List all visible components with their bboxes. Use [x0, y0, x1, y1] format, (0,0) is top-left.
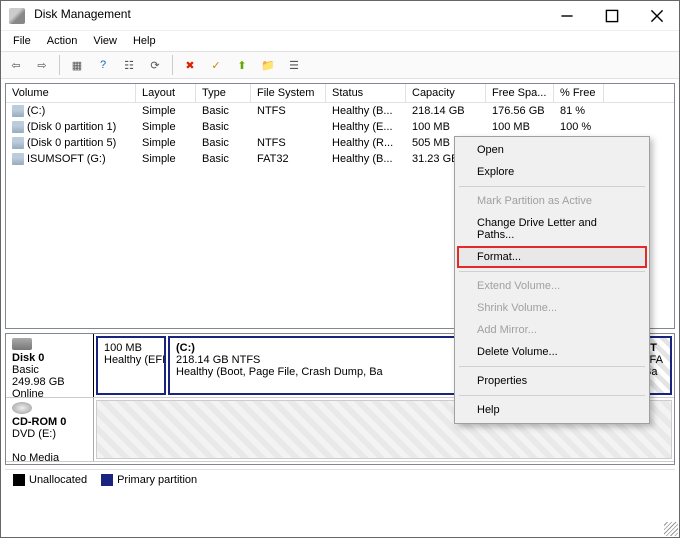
details-icon: ☷ — [124, 59, 134, 72]
help-button[interactable]: ? — [92, 54, 114, 76]
menu-item-properties[interactable]: Properties — [457, 370, 647, 392]
disk-type: Basic — [12, 364, 39, 376]
disk-name: Disk 0 — [12, 352, 44, 364]
disk-size: 249.98 GB — [12, 376, 65, 388]
help-icon: ? — [100, 59, 106, 71]
cdrom-type: DVD (E:) — [12, 428, 56, 440]
refresh-button[interactable]: ⟳ — [144, 54, 166, 76]
up-icon: ⬆ — [237, 59, 246, 72]
col-layout[interactable]: Layout — [136, 84, 196, 102]
table-row[interactable]: (Disk 0 partition 1) Simple Basic Health… — [6, 119, 674, 135]
context-menu-separator — [459, 186, 645, 187]
maximize-icon — [605, 9, 619, 23]
col-fs[interactable]: File System — [251, 84, 326, 102]
menu-item-change-drive-letter-and-paths[interactable]: Change Drive Letter and Paths... — [457, 212, 647, 246]
menu-item-extend-volume: Extend Volume... — [457, 275, 647, 297]
menubar: File Action View Help — [1, 31, 679, 51]
volume-icon — [12, 137, 24, 149]
up-button[interactable]: ⬆ — [231, 54, 253, 76]
context-menu-separator — [459, 271, 645, 272]
menu-action[interactable]: Action — [39, 33, 86, 49]
legend-primary: Primary partition — [101, 474, 197, 486]
col-pct[interactable]: % Free — [554, 84, 604, 102]
swatch-primary — [101, 474, 113, 486]
menu-item-shrink-volume: Shrink Volume... — [457, 297, 647, 319]
menu-file[interactable]: File — [5, 33, 39, 49]
menu-item-add-mirror: Add Mirror... — [457, 319, 647, 341]
disk-0-info[interactable]: Disk 0 Basic 249.98 GB Online — [6, 334, 94, 397]
forward-button[interactable]: ⇨ — [31, 54, 53, 76]
window-control-buttons — [544, 1, 679, 31]
disk-icon — [12, 338, 32, 350]
context-menu: OpenExplore Mark Partition as ActiveChang… — [454, 136, 650, 424]
details-button[interactable]: ☷ — [118, 54, 140, 76]
titlebar: Disk Management — [1, 1, 679, 31]
menu-help[interactable]: Help — [125, 33, 164, 49]
cdrom-name: CD-ROM 0 — [12, 416, 66, 428]
back-button[interactable]: ⇦ — [5, 54, 27, 76]
volume-icon — [12, 153, 24, 165]
title-group: Disk Management — [9, 7, 131, 23]
partition-efi[interactable]: 100 MB Healthy (EFI S — [96, 336, 166, 395]
back-icon: ⇦ — [11, 59, 20, 72]
app-icon — [9, 8, 25, 24]
legend: Unallocated Primary partition — [5, 469, 675, 489]
folder-icon: 📁 — [261, 59, 275, 72]
menu-item-help[interactable]: Help — [457, 399, 647, 421]
col-free[interactable]: Free Spa... — [486, 84, 554, 102]
volume-icon — [12, 105, 24, 117]
col-volume[interactable]: Volume — [6, 84, 136, 102]
tile-icon: ▦ — [72, 59, 82, 72]
context-menu-separator — [459, 366, 645, 367]
context-menu-separator — [459, 395, 645, 396]
menu-item-explore[interactable]: Explore — [457, 161, 647, 183]
col-type[interactable]: Type — [196, 84, 251, 102]
refresh-icon: ⟳ — [150, 59, 159, 72]
props-button[interactable]: ☰ — [283, 54, 305, 76]
col-capacity[interactable]: Capacity — [406, 84, 486, 102]
forward-icon: ⇨ — [37, 59, 46, 72]
toolbar-separator — [172, 55, 173, 75]
toolbar: ⇦ ⇨ ▦ ? ☷ ⟳ ✖ ✓ ⬆ 📁 ☰ — [1, 51, 679, 79]
cdrom-state: No Media — [12, 452, 59, 464]
menu-item-mark-partition-as-active: Mark Partition as Active — [457, 190, 647, 212]
menu-view[interactable]: View — [85, 33, 125, 49]
maximize-button[interactable] — [589, 1, 634, 31]
volume-icon — [12, 121, 24, 133]
window-title: Disk Management — [34, 7, 131, 21]
swatch-unallocated — [13, 474, 25, 486]
check-icon: ✓ — [211, 59, 220, 72]
check-button[interactable]: ✓ — [205, 54, 227, 76]
menu-item-delete-volume[interactable]: Delete Volume... — [457, 341, 647, 363]
minimize-button[interactable] — [544, 1, 589, 31]
legend-unallocated: Unallocated — [13, 474, 87, 486]
close-icon — [650, 9, 664, 23]
close-button[interactable] — [634, 1, 679, 31]
tile-view-button[interactable]: ▦ — [66, 54, 88, 76]
cdrom-info[interactable]: CD-ROM 0 DVD (E:) No Media — [6, 398, 94, 461]
menu-item-format[interactable]: Format... — [457, 246, 647, 268]
props-icon: ☰ — [289, 59, 299, 72]
table-row[interactable]: (C:) Simple Basic NTFS Healthy (B... 218… — [6, 103, 674, 119]
minimize-icon — [560, 9, 574, 23]
volume-list-header: Volume Layout Type File System Status Ca… — [6, 84, 674, 103]
menu-item-open[interactable]: Open — [457, 139, 647, 161]
toolbar-separator — [59, 55, 60, 75]
folder-button[interactable]: 📁 — [257, 54, 279, 76]
cdrom-icon — [12, 402, 32, 414]
delete-icon: ✖ — [185, 59, 194, 72]
delete-button[interactable]: ✖ — [179, 54, 201, 76]
col-status[interactable]: Status — [326, 84, 406, 102]
resize-grip[interactable] — [664, 522, 678, 536]
